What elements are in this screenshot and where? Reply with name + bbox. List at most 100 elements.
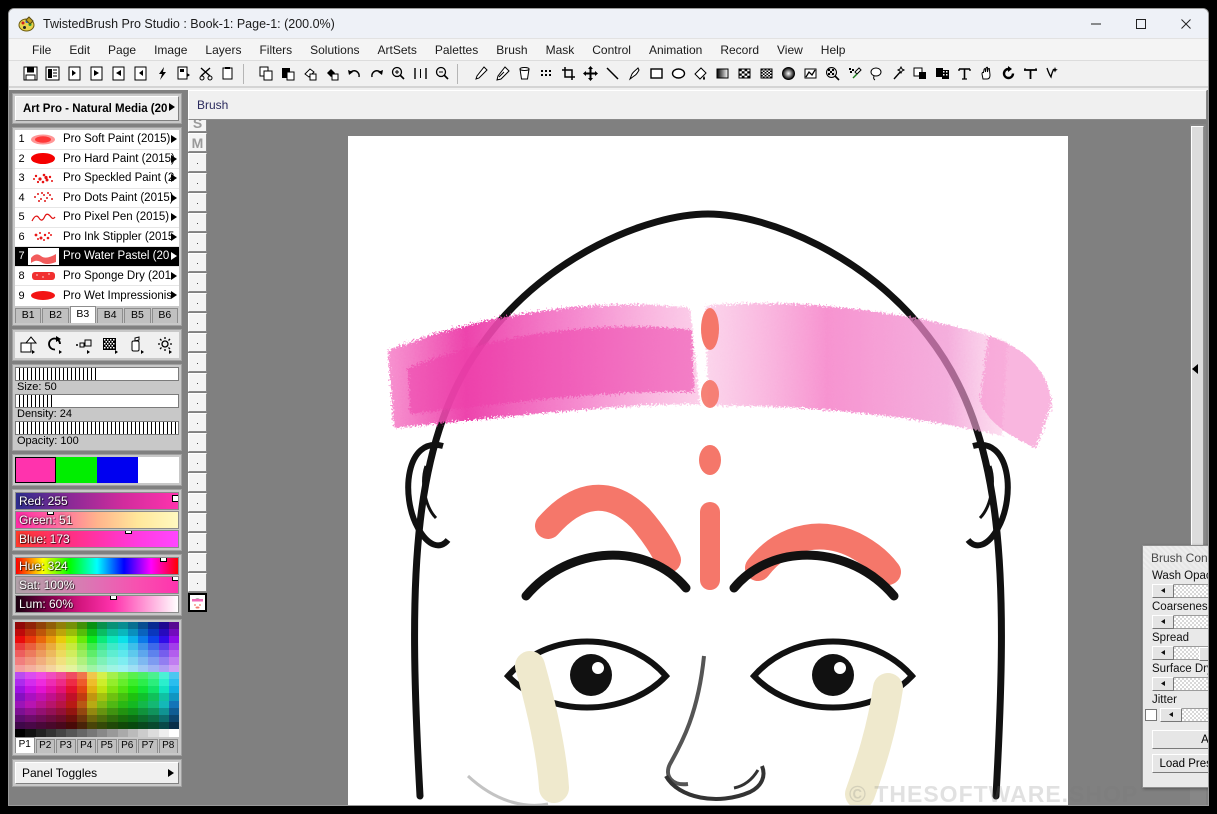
swatch-white[interactable] bbox=[138, 456, 179, 483]
hue-knob[interactable] bbox=[160, 557, 168, 562]
palette-color[interactable] bbox=[97, 657, 108, 665]
palette-color[interactable] bbox=[45, 707, 56, 715]
erase-clip-icon[interactable] bbox=[299, 63, 321, 85]
menu-layers[interactable]: Layers bbox=[196, 41, 250, 59]
palette-color[interactable] bbox=[117, 664, 128, 672]
palette-color[interactable] bbox=[138, 643, 149, 651]
palette-color[interactable] bbox=[107, 714, 118, 723]
palette-color[interactable] bbox=[56, 700, 67, 708]
brush-item-3[interactable]: 3 Pro Speckled Paint (2 bbox=[15, 169, 179, 189]
palette-color[interactable] bbox=[148, 650, 159, 658]
palette-color[interactable] bbox=[15, 635, 26, 644]
jitter-checkbox[interactable] bbox=[1145, 708, 1157, 721]
palette-color[interactable] bbox=[127, 700, 138, 708]
palette-color[interactable] bbox=[25, 729, 36, 737]
palette-color[interactable] bbox=[127, 628, 138, 636]
decrement-button[interactable] bbox=[1152, 583, 1174, 598]
palette-color[interactable] bbox=[158, 700, 169, 708]
palette-color[interactable] bbox=[56, 686, 67, 694]
decrement-button[interactable] bbox=[1152, 676, 1174, 691]
palette-color[interactable] bbox=[107, 628, 118, 636]
size-slider[interactable] bbox=[15, 366, 179, 381]
palette-color[interactable] bbox=[127, 650, 138, 658]
hue-slider[interactable]: Hue: 324 bbox=[15, 556, 179, 575]
density-slider[interactable] bbox=[15, 393, 179, 408]
palette-color[interactable] bbox=[86, 693, 97, 701]
palette-color[interactable] bbox=[56, 635, 67, 644]
palette-color[interactable] bbox=[25, 621, 36, 629]
swatch-green[interactable] bbox=[56, 456, 97, 483]
palette-color[interactable] bbox=[56, 643, 67, 651]
palette-color[interactable] bbox=[158, 657, 169, 665]
palette-color[interactable] bbox=[66, 628, 77, 636]
spread-slider[interactable]: 2 bbox=[1152, 645, 1208, 661]
palette-color[interactable] bbox=[97, 707, 108, 715]
export-icon[interactable] bbox=[17, 334, 41, 356]
palette-color[interactable] bbox=[97, 729, 108, 737]
chevron-right-icon[interactable] bbox=[171, 252, 177, 260]
wash-opacity-slider[interactable]: 99 bbox=[1152, 583, 1208, 598]
palette-color[interactable] bbox=[35, 693, 46, 701]
brush-control-dialog[interactable]: Brush Control × Wash Opacity 99 Coarsene… bbox=[1142, 545, 1208, 788]
palette-color[interactable] bbox=[45, 628, 56, 636]
palette-color[interactable] bbox=[25, 679, 36, 687]
checker-icon[interactable] bbox=[733, 63, 755, 85]
palette-color[interactable] bbox=[86, 643, 97, 651]
palette-color[interactable] bbox=[35, 657, 46, 665]
brush-item-1[interactable]: 1 Pro Soft Paint (2015) bbox=[15, 130, 179, 150]
palette-color[interactable] bbox=[148, 707, 159, 715]
canvas-viewport[interactable] bbox=[207, 124, 1208, 805]
palette-color[interactable] bbox=[76, 700, 87, 708]
palette-color[interactable] bbox=[45, 693, 56, 701]
palette-color[interactable] bbox=[56, 664, 67, 672]
palette-color[interactable] bbox=[117, 650, 128, 658]
pen-icon[interactable] bbox=[623, 63, 645, 85]
palette-color[interactable] bbox=[97, 722, 108, 730]
palette-color[interactable] bbox=[97, 664, 108, 672]
line-icon[interactable] bbox=[601, 63, 623, 85]
close-button[interactable] bbox=[1163, 9, 1208, 38]
brush-tab-b1[interactable]: B1 bbox=[15, 307, 42, 323]
brush-item-8[interactable]: 8 Pro Sponge Dry (201 bbox=[15, 267, 179, 286]
palette-color[interactable] bbox=[45, 722, 56, 730]
opacity-slider[interactable] bbox=[15, 420, 179, 435]
menu-brush[interactable]: Brush bbox=[487, 41, 536, 59]
paste-icon[interactable] bbox=[277, 63, 299, 85]
palette-color[interactable] bbox=[66, 650, 77, 658]
palette-tab-p1[interactable]: P1 bbox=[15, 736, 35, 753]
palette-color[interactable] bbox=[76, 657, 87, 665]
palette-color[interactable] bbox=[107, 657, 118, 665]
palette-color[interactable] bbox=[86, 657, 97, 665]
palette-color[interactable] bbox=[86, 621, 97, 629]
palette-color[interactable] bbox=[148, 679, 159, 687]
zoom-out-icon[interactable] bbox=[431, 63, 453, 85]
palette-color[interactable] bbox=[25, 707, 36, 715]
palette-color[interactable] bbox=[127, 657, 138, 665]
palette-color[interactable] bbox=[56, 628, 67, 636]
surface-dryness-slider[interactable]: 42 bbox=[1152, 676, 1208, 691]
palette-color[interactable] bbox=[56, 671, 67, 679]
palette-color[interactable] bbox=[117, 686, 128, 694]
palette-color[interactable] bbox=[127, 714, 138, 723]
brush-tab-bar[interactable]: Brush bbox=[188, 90, 1207, 120]
slider-track[interactable] bbox=[1174, 583, 1208, 598]
palette-color[interactable] bbox=[138, 693, 149, 701]
palette-color[interactable] bbox=[127, 635, 138, 644]
palette-color[interactable] bbox=[127, 686, 138, 694]
slider-track[interactable] bbox=[1182, 707, 1208, 722]
eyedropper-icon[interactable] bbox=[491, 63, 513, 85]
slider-track[interactable] bbox=[1174, 676, 1208, 691]
zoom-in-icon[interactable] bbox=[387, 63, 409, 85]
palette-color[interactable] bbox=[138, 707, 149, 715]
mask-icon[interactable] bbox=[799, 63, 821, 85]
palette-color[interactable] bbox=[86, 679, 97, 687]
palette-color[interactable] bbox=[148, 657, 159, 665]
palette-color[interactable] bbox=[148, 635, 159, 644]
palette-color[interactable] bbox=[45, 621, 56, 629]
palette-color[interactable] bbox=[86, 671, 97, 679]
palette-color[interactable] bbox=[168, 621, 179, 629]
chevron-right-icon[interactable] bbox=[171, 174, 177, 182]
palette-color[interactable] bbox=[35, 664, 46, 672]
palette-color[interactable] bbox=[138, 628, 149, 636]
palette-color[interactable] bbox=[56, 707, 67, 715]
